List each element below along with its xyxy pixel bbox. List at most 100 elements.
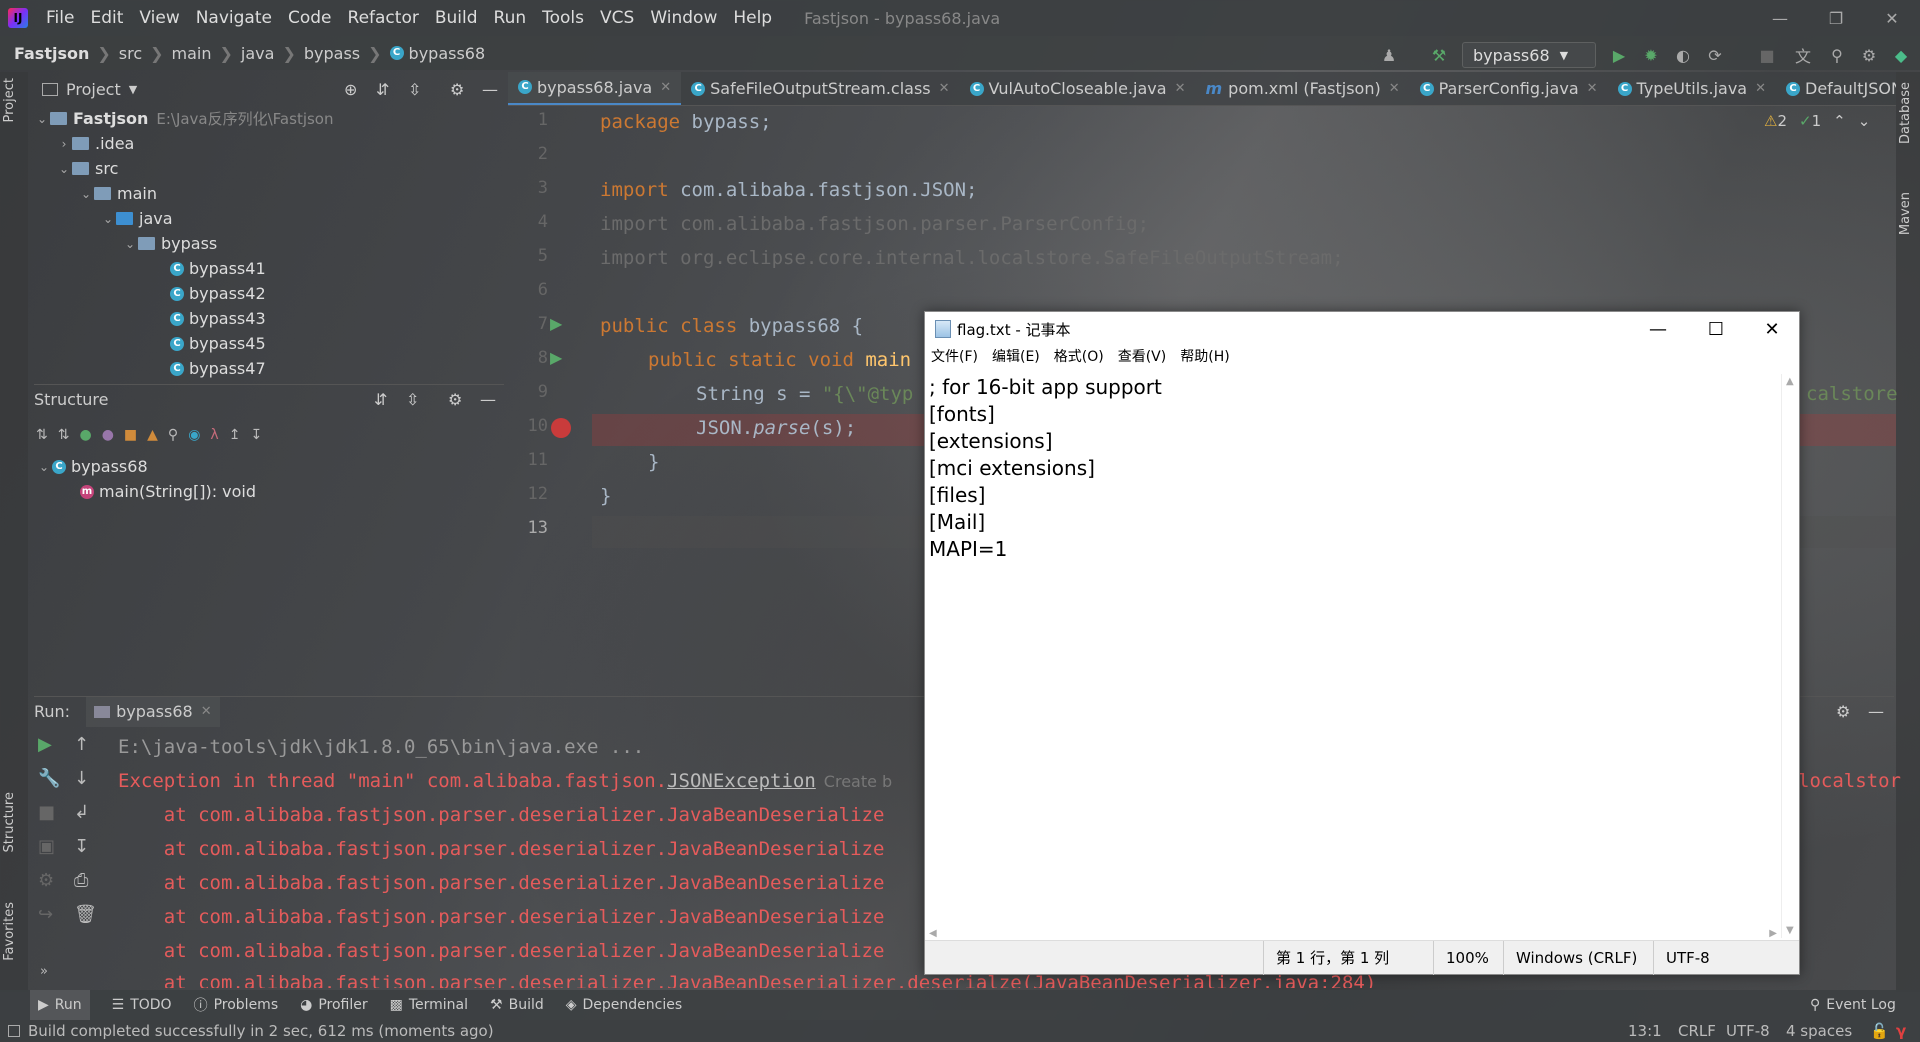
hide-panel-icon[interactable]: — — [482, 80, 498, 99]
tab-bypass68[interactable]: Cbypass68.java ✕ — [508, 72, 682, 105]
chevron-down-icon[interactable]: ⌄ — [100, 212, 116, 226]
hide-panel-icon[interactable]: — — [1868, 702, 1884, 721]
rerun-icon[interactable]: ▶ — [38, 734, 52, 755]
status-message[interactable]: Build completed successfully in 2 sec, 6… — [28, 1022, 494, 1040]
stop-icon[interactable]: ■ — [1756, 44, 1778, 66]
breakpoint-icon[interactable] — [551, 418, 571, 438]
menu-view[interactable]: View — [131, 8, 187, 28]
menu-build[interactable]: Build — [427, 8, 486, 28]
profile-icon[interactable]: ⟳ — [1704, 44, 1726, 66]
tree-row-class[interactable]: Cbypass47 — [28, 356, 506, 381]
close-icon[interactable]: ✕ — [1864, 0, 1920, 36]
breadcrumb-java[interactable]: java — [241, 44, 275, 63]
breadcrumb-main[interactable]: main — [172, 44, 212, 63]
scroll-left-icon[interactable]: ◀ — [929, 928, 937, 939]
tab-safefileoutputstream[interactable]: C SafeFileOutputStream.class ✕ — [681, 72, 959, 105]
sort-alpha-icon[interactable]: ⇅ — [36, 427, 48, 443]
sort-visibility-icon[interactable]: ⇅ — [58, 427, 70, 443]
chevron-down-icon[interactable]: ⌄ — [122, 237, 138, 251]
menu-run[interactable]: Run — [486, 8, 535, 28]
properties-icon[interactable]: ● — [102, 427, 114, 443]
run-method-gutter-icon[interactable]: ▶ — [550, 348, 562, 367]
tab-defaultjsonparser[interactable]: C DefaultJSONPar — [1776, 72, 1896, 105]
trash-icon[interactable]: 🗑 — [74, 904, 97, 925]
notepad-menu-format[interactable]: 格式(O) — [1054, 346, 1104, 366]
lock-icon[interactable]: 🔓 — [1870, 1022, 1889, 1040]
project-panel-title[interactable]: Project — [66, 80, 121, 99]
scroll-to-end-icon[interactable]: ↧ — [74, 836, 89, 857]
panel-settings-icon[interactable]: ⚙ — [448, 390, 462, 409]
tree-row-main[interactable]: ⌄ main — [28, 181, 506, 206]
notepad-vertical-scrollbar[interactable]: ▲ ▼ — [1781, 374, 1799, 938]
stop-icon[interactable]: ■ — [38, 802, 55, 823]
tree-row-idea[interactable]: › .idea — [28, 131, 506, 156]
tab-vulautocloseable[interactable]: C VulAutoCloseable.java ✕ — [960, 72, 1196, 105]
anonymous-icon[interactable]: ◉ — [188, 427, 200, 443]
lambda-icon[interactable]: λ — [210, 427, 218, 443]
chevron-down-icon[interactable]: ⌄ — [36, 460, 52, 474]
event-log-button[interactable]: ⚲ Event Log — [1810, 997, 1896, 1013]
tab-pom[interactable]: m pom.xml (Fastjson) ✕ — [1195, 72, 1409, 105]
build-hammer-icon[interactable]: ⚒ — [1428, 44, 1450, 66]
chevron-down-icon[interactable]: ⌄ — [78, 187, 94, 201]
notepad-titlebar[interactable]: flag.txt - 记事本 — ☐ ✕ — [925, 312, 1799, 346]
wrench-icon[interactable]: 🔧 — [38, 768, 60, 789]
close-tab-icon[interactable]: ✕ — [660, 80, 671, 95]
tree-row-class[interactable]: Cbypass43 — [28, 306, 506, 331]
tree-row-class[interactable]: Cbypass41 — [28, 256, 506, 281]
structure-tool-tab[interactable]: Structure — [2, 792, 17, 852]
menu-refactor[interactable]: Refactor — [340, 8, 427, 28]
menu-window[interactable]: Window — [642, 8, 725, 28]
close-tab-icon[interactable]: ✕ — [1755, 81, 1766, 96]
run-config-select[interactable]: bypass68 ▼ — [1462, 42, 1596, 68]
bottom-tab-build[interactable]: ⚒ Build — [490, 997, 544, 1013]
collapse-all-icon[interactable]: ⇳ — [406, 390, 419, 409]
toggle-tool-windows-icon[interactable] — [8, 1025, 20, 1037]
search-icon[interactable]: ⚲ — [1826, 44, 1848, 66]
locate-icon[interactable]: ⊕ — [344, 80, 357, 99]
menu-navigate[interactable]: Navigate — [188, 8, 280, 28]
user-icon[interactable]: ♟ — [1378, 44, 1400, 66]
tree-row-project-root[interactable]: ⌄ Fastjson E:\Java反序列化\Fastjson — [28, 106, 506, 131]
autoscroll-from-icon[interactable]: ↧ — [250, 427, 262, 443]
caret-position[interactable]: 13:1 — [1628, 1022, 1662, 1040]
file-encoding[interactable]: UTF-8 — [1726, 1022, 1770, 1040]
chevron-down-icon[interactable]: ⌄ — [34, 112, 50, 126]
menu-tools[interactable]: Tools — [534, 8, 592, 28]
non-public-icon[interactable]: ▲ — [147, 427, 158, 443]
bottom-tab-run[interactable]: ▶ Run — [30, 990, 90, 1020]
tree-row-class[interactable]: Cbypass42 — [28, 281, 506, 306]
menu-help[interactable]: Help — [725, 8, 780, 28]
expand-all-icon[interactable]: ⇵ — [374, 390, 387, 409]
notepad-maximize-icon[interactable]: ☐ — [1687, 312, 1745, 346]
tab-typeutils[interactable]: C TypeUtils.java ✕ — [1608, 72, 1776, 105]
menu-file[interactable]: File — [38, 8, 82, 28]
menu-vcs[interactable]: VCS — [592, 8, 642, 28]
tree-row-java[interactable]: ⌄ java — [28, 206, 506, 231]
notepad-menu-view[interactable]: 查看(V) — [1118, 346, 1167, 366]
notification-icon[interactable]: γ — [1896, 1022, 1906, 1040]
tree-row-bypass[interactable]: ⌄ bypass — [28, 231, 506, 256]
collapse-all-icon[interactable]: ⇳ — [408, 80, 421, 99]
run-tab[interactable]: bypass68 ✕ — [86, 696, 220, 727]
down-arrow-icon[interactable]: ↓ — [74, 768, 89, 789]
bottom-tab-todo[interactable]: ☰ TODO — [112, 997, 172, 1013]
close-tab-icon[interactable]: ✕ — [201, 704, 212, 719]
fields-icon[interactable]: ■ — [124, 427, 137, 443]
close-tab-icon[interactable]: ✕ — [1587, 81, 1598, 96]
coverage-icon[interactable]: ◐ — [1672, 44, 1694, 66]
breadcrumb-src[interactable]: src — [119, 44, 142, 63]
panel-settings-icon[interactable]: ⚙ — [450, 80, 464, 99]
up-arrow-icon[interactable]: ↑ — [74, 734, 89, 755]
notepad-text-area[interactable]: ; for 16-bit app support [fonts] [extens… — [929, 374, 1777, 938]
notepad-minimize-icon[interactable]: — — [1629, 312, 1687, 346]
inherited-icon[interactable]: ● — [79, 427, 91, 443]
close-tab-icon[interactable]: ✕ — [939, 81, 950, 96]
run-class-gutter-icon[interactable]: ▶ — [550, 314, 562, 333]
scroll-up-icon[interactable]: ▲ — [1786, 376, 1794, 387]
notepad-menu-file[interactable]: 文件(F) — [931, 346, 978, 366]
favorites-tool-tab[interactable]: Favorites — [2, 902, 17, 961]
exit-icon[interactable]: ↪ — [38, 904, 53, 925]
bottom-tab-problems[interactable]: ⓘ Problems — [194, 995, 279, 1015]
create-breakpoint-link[interactable]: Create b — [824, 772, 892, 791]
